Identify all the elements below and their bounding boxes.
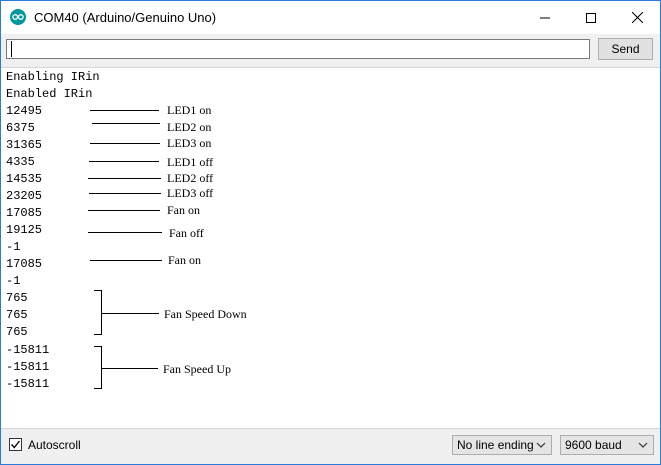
annotation-connector [89, 161, 159, 162]
serial-send-input[interactable] [6, 39, 590, 59]
annotation-bracket [94, 346, 102, 389]
annotation-label: LED2 on [167, 120, 212, 134]
annotation-connector [92, 123, 160, 124]
annotation-label: LED1 on [167, 103, 212, 117]
serial-line: -15811 [6, 377, 50, 391]
close-icon [631, 12, 643, 23]
serial-line: 6375 [6, 121, 35, 135]
serial-line: 765 [6, 308, 28, 322]
arduino-icon [10, 9, 26, 25]
serial-line: -1 [6, 274, 21, 288]
minimize-icon [540, 17, 550, 18]
annotation-label: Fan off [169, 226, 204, 240]
baud-rate-value: 9600 baud [565, 438, 622, 452]
annotation-label: LED3 on [167, 136, 212, 150]
minimize-button[interactable] [522, 1, 568, 34]
serial-line: 14535 [6, 172, 43, 186]
window-title: COM40 (Arduino/Genuino Uno) [34, 10, 217, 25]
serial-line: 23205 [6, 189, 43, 203]
serial-line: 17085 [6, 257, 43, 271]
serial-line: 765 [6, 325, 28, 339]
serial-line: 19125 [6, 223, 43, 237]
title-bar: COM40 (Arduino/Genuino Uno) [1, 1, 660, 34]
annotation-connector [89, 193, 161, 194]
annotation-label: Fan Speed Up [163, 362, 231, 376]
annotation-label: Fan Speed Down [164, 307, 247, 321]
serial-line: 765 [6, 291, 28, 305]
close-button[interactable] [614, 1, 660, 34]
annotation-bracket [94, 290, 102, 335]
serial-monitor-window: COM40 (Arduino/Genuino Uno) Send Enablin… [0, 0, 661, 465]
baud-rate-select[interactable]: 9600 baud [560, 435, 654, 455]
serial-line: 4335 [6, 155, 35, 169]
line-ending-select[interactable]: No line ending [452, 435, 552, 455]
serial-line: Enabled IRin [6, 87, 93, 101]
annotation-connector [90, 110, 159, 111]
send-button[interactable]: Send [598, 38, 653, 60]
annotation-connector [102, 313, 159, 314]
annotation-label: Fan on [167, 203, 200, 217]
annotation-connector [90, 260, 162, 261]
serial-line: -15811 [6, 343, 50, 357]
chevron-down-icon [638, 442, 648, 448]
serial-line: 12495 [6, 104, 43, 118]
annotation-connector [88, 178, 161, 179]
serial-line: -1 [6, 240, 21, 254]
annotation-connector [88, 210, 160, 211]
serial-output-area[interactable]: Enabling IRin Enabled IRin 12495 6375 31… [1, 68, 660, 428]
annotation-connector [102, 368, 158, 369]
maximize-icon [586, 12, 596, 23]
line-ending-value: No line ending [457, 438, 534, 452]
text-cursor [11, 41, 12, 57]
status-bar: Autoscroll No line ending 9600 baud [1, 428, 660, 464]
chevron-down-icon [536, 442, 546, 448]
autoscroll-label: Autoscroll [28, 438, 81, 452]
annotation-label: Fan on [168, 253, 201, 267]
checkmark-icon [11, 440, 21, 449]
maximize-button[interactable] [568, 1, 614, 34]
serial-line: Enabling IRin [6, 70, 100, 84]
autoscroll-checkbox[interactable] [9, 438, 22, 451]
annotation-label: LED3 off [167, 186, 214, 200]
annotation-label: LED1 off [167, 155, 214, 169]
serial-line: -15811 [6, 360, 50, 374]
send-toolbar: Send [1, 34, 660, 68]
serial-line: 31365 [6, 138, 43, 152]
annotation-label: LED2 off [167, 171, 214, 185]
serial-line: 17085 [6, 206, 43, 220]
annotation-connector [88, 232, 162, 233]
annotation-connector [90, 143, 160, 144]
